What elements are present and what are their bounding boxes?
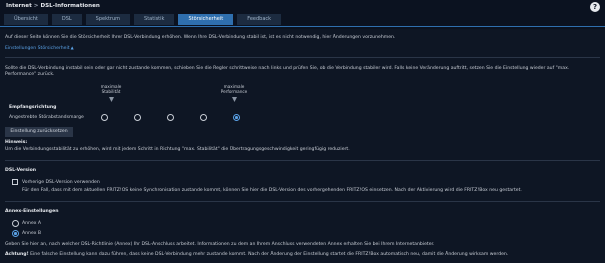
hint-title: Hinweis: bbox=[5, 140, 28, 145]
snr-radio-5[interactable] bbox=[233, 114, 240, 121]
section-annex: Annex-Einstellungen bbox=[5, 209, 59, 214]
slider-description: Sollte die DSL-Verbindung instabil sein … bbox=[5, 66, 570, 77]
breadcrumb-current: DSL-Informationen bbox=[40, 3, 100, 9]
intro-text: Auf dieser Seite können Sie die Störsich… bbox=[5, 35, 396, 40]
tab-underline bbox=[0, 26, 605, 27]
settings-toggle-link[interactable]: Einstellungen Störsicherheit▲ bbox=[5, 45, 74, 52]
divider bbox=[5, 57, 600, 58]
tab-spektrum[interactable]: Spektrum bbox=[85, 14, 131, 25]
help-icon[interactable]: ? bbox=[590, 2, 600, 12]
breadcrumb-separator: > bbox=[33, 3, 39, 9]
annex-warning-label: Achtung! bbox=[5, 252, 29, 257]
divider bbox=[5, 201, 600, 202]
snr-radio-3[interactable] bbox=[167, 114, 174, 121]
previous-dsl-version-label[interactable]: Vorherige DSL-Version verwenden bbox=[22, 180, 100, 186]
arrow-down-icon bbox=[232, 97, 237, 102]
tab-dsl[interactable]: DSL bbox=[51, 14, 82, 25]
tab-feedback[interactable]: Feedback bbox=[237, 14, 282, 25]
snr-radio-4[interactable] bbox=[200, 114, 207, 121]
annex-warning: Achtung! Eine falsche Einstellung kann d… bbox=[5, 252, 603, 258]
slider-left-label: maximale Stabilität bbox=[100, 84, 122, 95]
annex-text: Geben Sie hier an, nach welcher DSL-Rich… bbox=[5, 242, 435, 247]
divider bbox=[5, 160, 600, 161]
annex-warning-text: Eine falsche Einstellung kann dazu führe… bbox=[28, 252, 509, 257]
slider-right-label: maximale Performance bbox=[220, 84, 248, 95]
tab-statistik[interactable]: Statistik bbox=[134, 14, 175, 25]
previous-dsl-version-checkbox[interactable] bbox=[12, 179, 18, 185]
section-empfangsrichtung: Empfangsrichtung bbox=[9, 105, 57, 110]
annex-a-label[interactable]: Annex A bbox=[22, 221, 41, 227]
tab-bar: Übersicht DSL Spektrum Statistik Störsic… bbox=[4, 14, 282, 25]
snr-margin-label: Angestrebte Störabstandsmarge bbox=[9, 115, 84, 120]
breadcrumb-root[interactable]: Internet bbox=[6, 3, 32, 9]
reset-settings-button[interactable]: Einstellung zurücksetzen bbox=[5, 127, 73, 137]
settings-link-label: Einstellungen Störsicherheit bbox=[5, 46, 70, 51]
annex-b-radio[interactable] bbox=[12, 230, 19, 237]
annex-a-radio[interactable] bbox=[12, 220, 19, 227]
annex-b-label[interactable]: Annex B bbox=[22, 231, 41, 237]
arrow-down-icon bbox=[109, 97, 114, 102]
dsl-version-text: Für den Fall, dass mit dem aktuellen FRI… bbox=[22, 188, 522, 193]
snr-radio-2[interactable] bbox=[134, 114, 141, 121]
tab-stoersicherheit[interactable]: Störsicherheit bbox=[178, 14, 234, 25]
tab-uebersicht[interactable]: Übersicht bbox=[4, 14, 48, 25]
snr-radio-1[interactable] bbox=[101, 114, 108, 121]
top-bar: Internet > DSL-Informationen ? Übersicht D… bbox=[0, 0, 605, 29]
hint-text: Um die Verbindungsstabilität zu erhöhen,… bbox=[5, 147, 350, 152]
chevron-up-icon: ▲ bbox=[70, 45, 74, 50]
section-dsl-version: DSL-Version bbox=[5, 168, 37, 173]
breadcrumb: Internet > DSL-Informationen bbox=[6, 3, 100, 10]
